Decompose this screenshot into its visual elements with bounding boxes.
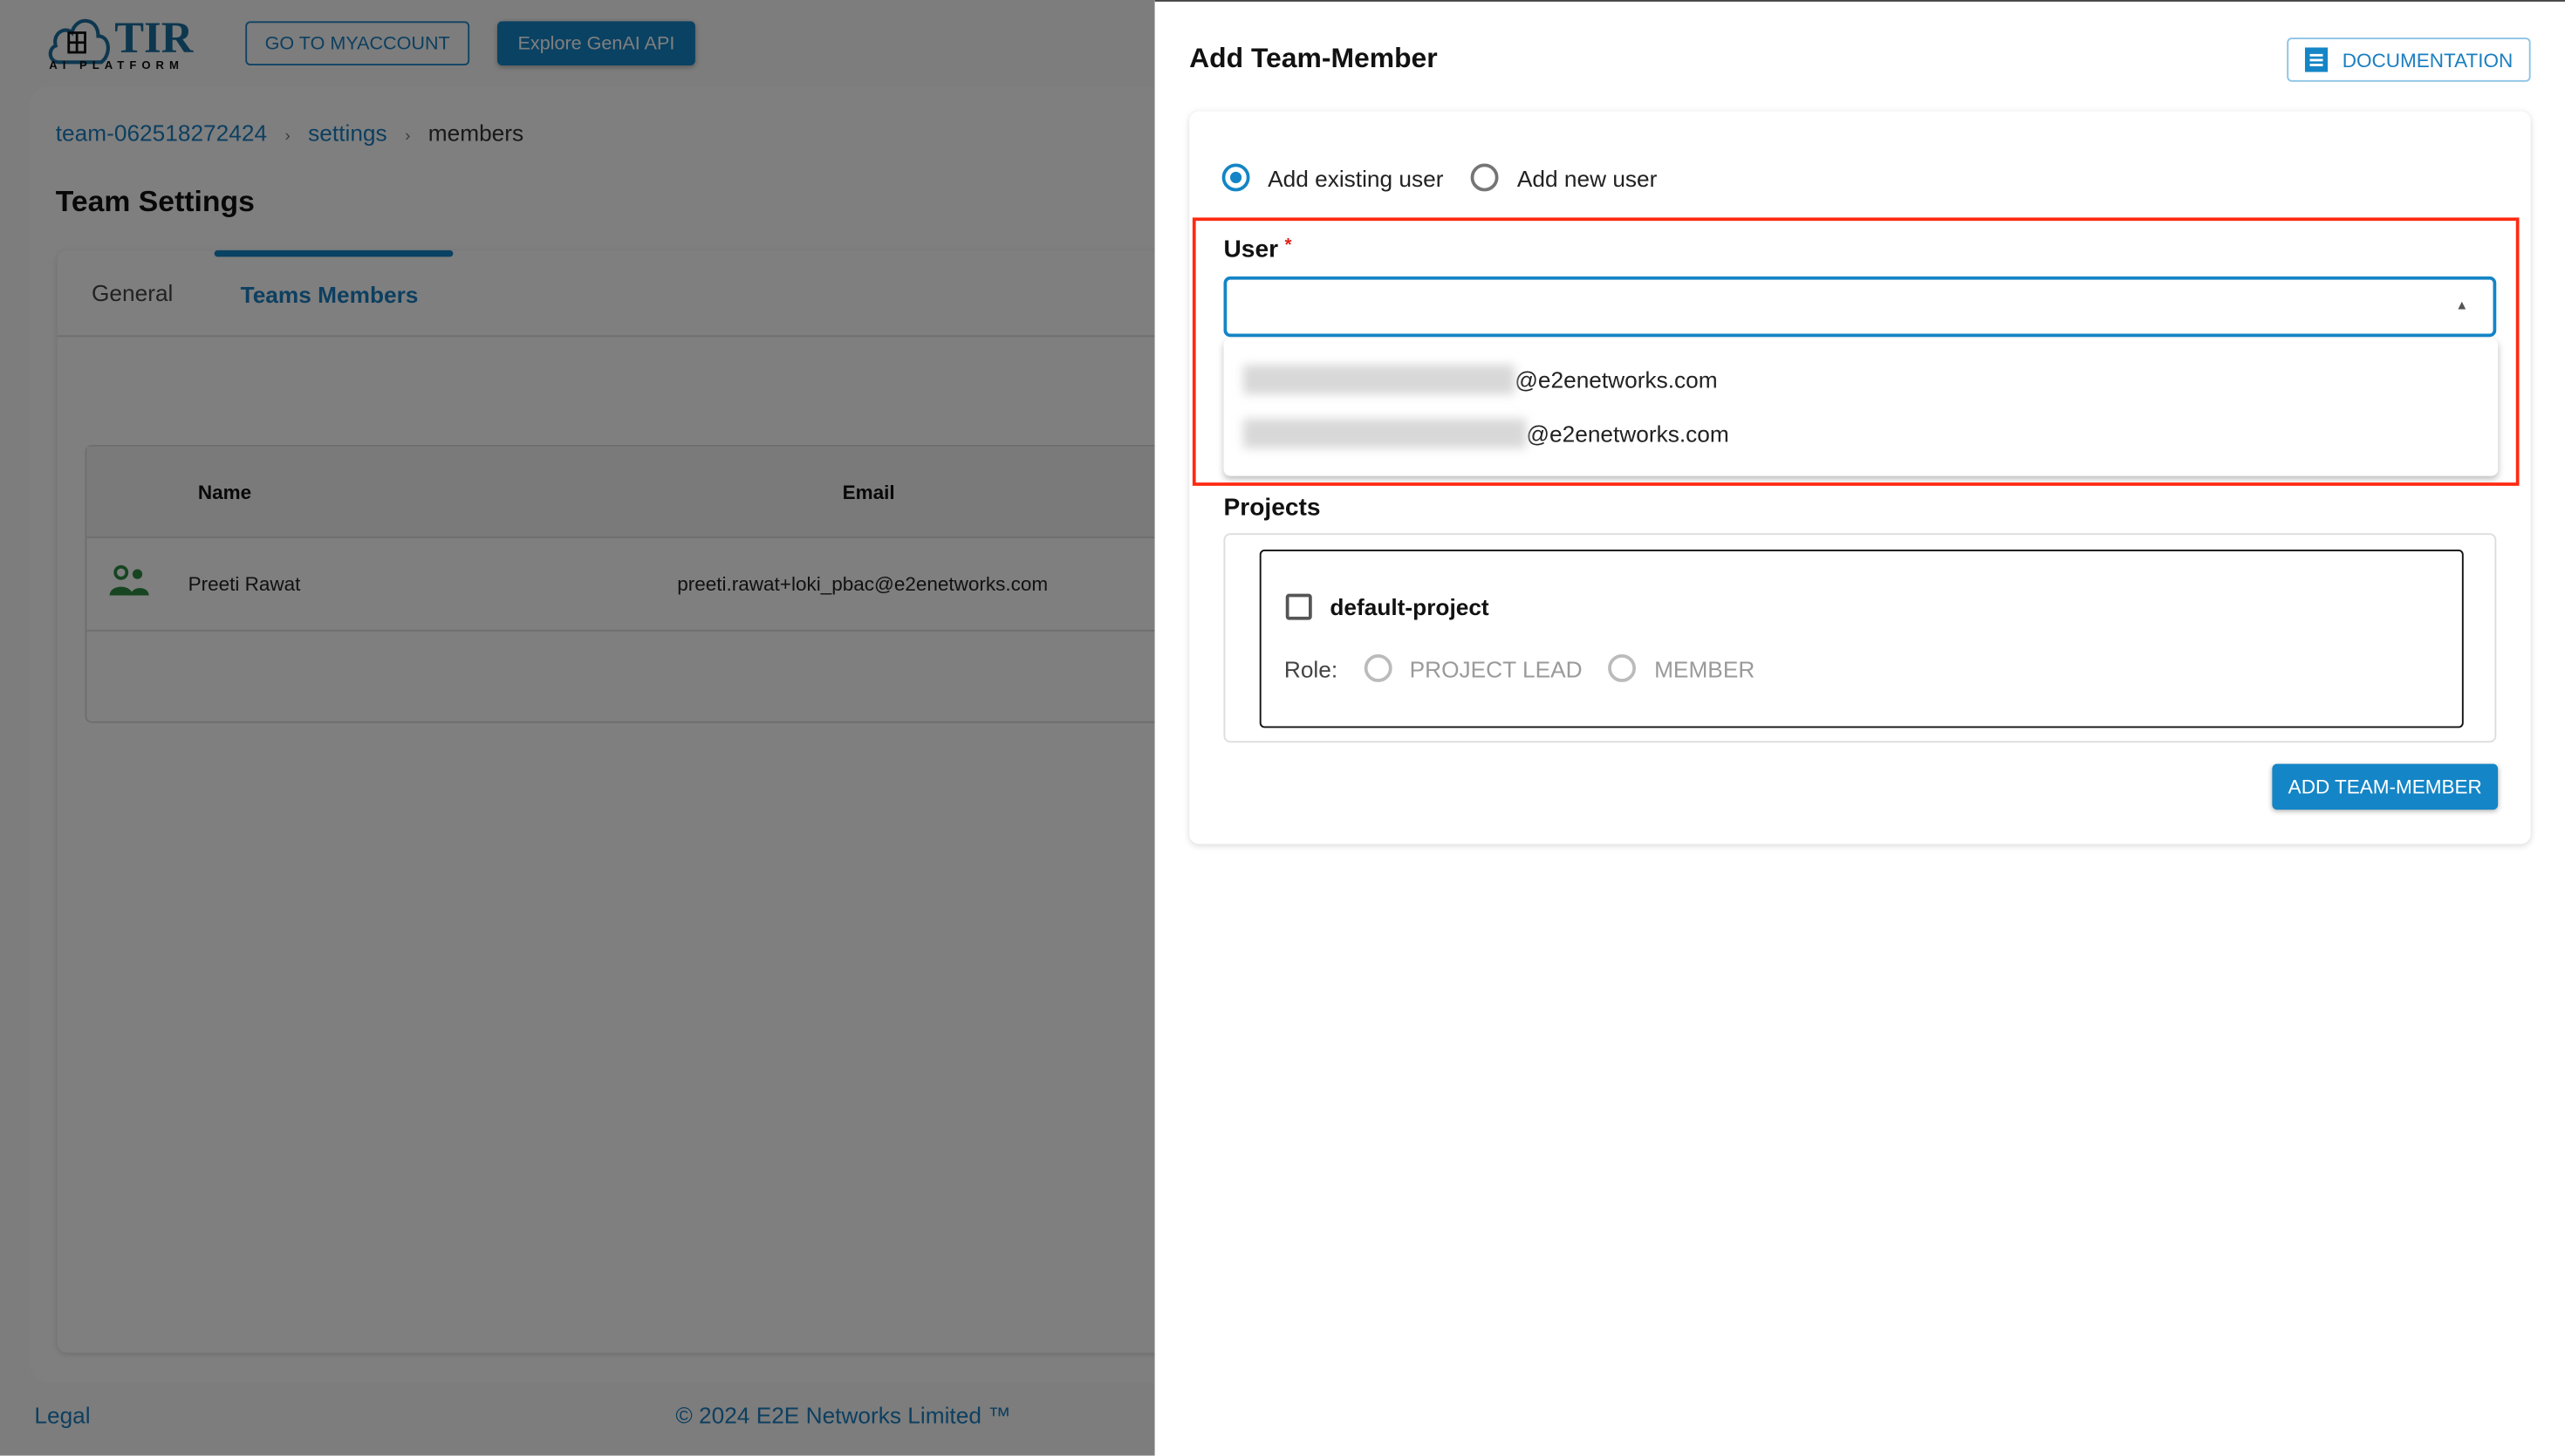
user-mode-radio-group: Add existing user Add new user	[1221, 163, 1658, 192]
add-existing-user-label[interactable]: Add existing user	[1268, 164, 1443, 190]
role-radio-group: Role: PROJECT LEAD MEMBER	[1284, 654, 1754, 682]
highlight-box	[1192, 217, 2520, 486]
project-lead-radio[interactable]	[1364, 654, 1392, 682]
project-name: default-project	[1330, 593, 1489, 620]
member-label[interactable]: MEMBER	[1654, 655, 1754, 681]
project-card: default-project Role: PROJECT LEAD MEMBE…	[1259, 550, 2464, 728]
role-label: Role:	[1283, 654, 1338, 681]
add-existing-user-radio[interactable]	[1221, 163, 1250, 192]
documentation-label: DOCUMENTATION	[2342, 48, 2514, 72]
add-team-member-button[interactable]: ADD TEAM-MEMBER	[2272, 763, 2499, 810]
member-radio[interactable]	[1608, 654, 1637, 682]
modal-backdrop[interactable]	[0, 0, 1155, 1456]
document-icon	[2304, 47, 2328, 72]
background-page: TIR AI PLATFORM GO TO MYACCOUNT Explore …	[0, 0, 1155, 1456]
projects-label: Projects	[1223, 494, 1321, 523]
drawer-title: Add Team-Member	[1189, 42, 1438, 74]
add-new-user-radio[interactable]	[1471, 163, 1500, 192]
documentation-button[interactable]: DOCUMENTATION	[2287, 38, 2531, 82]
projects-container: default-project Role: PROJECT LEAD MEMBE…	[1223, 533, 2497, 743]
project-lead-label[interactable]: PROJECT LEAD	[1410, 655, 1583, 681]
add-new-user-label[interactable]: Add new user	[1517, 164, 1658, 190]
add-team-member-drawer: Add Team-Member DOCUMENTATION Add existi…	[1154, 0, 2565, 1456]
project-checkbox[interactable]	[1285, 593, 1312, 620]
